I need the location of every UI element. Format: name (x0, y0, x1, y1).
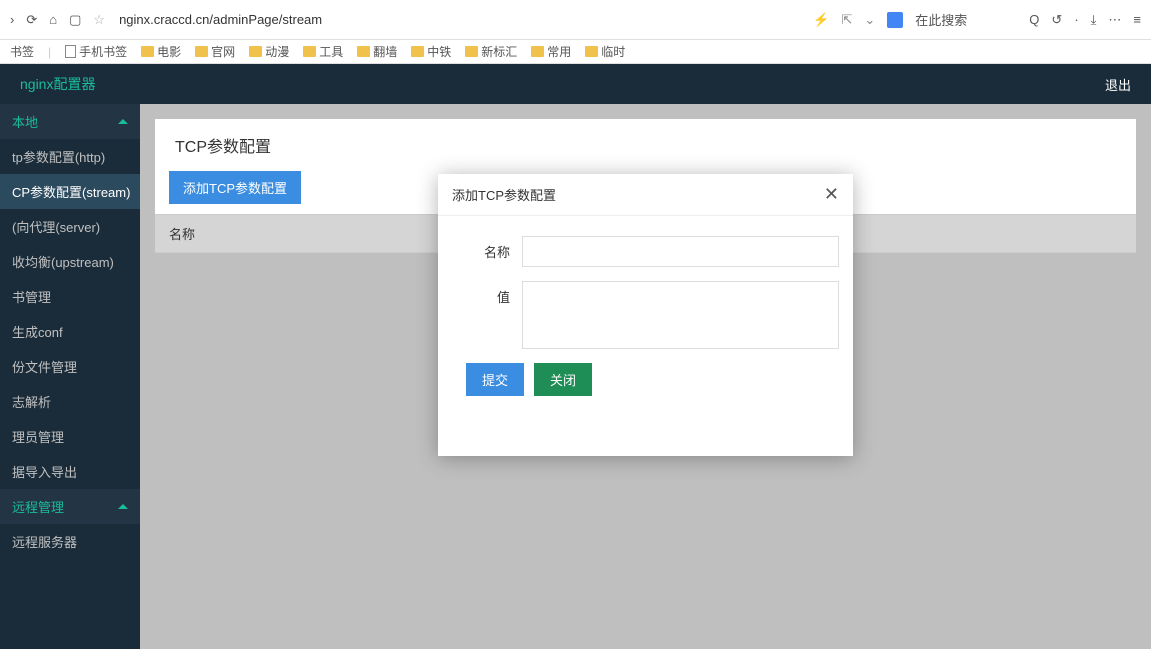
bookmark-label: 动漫 (265, 43, 289, 60)
sidebar-item-importexport[interactable]: 据导入导出 (0, 454, 140, 489)
folder-icon (411, 46, 424, 57)
folder-icon (585, 46, 598, 57)
search-icon[interactable]: Q (1029, 12, 1039, 27)
sidebar-section-label: 远程管理 (12, 497, 64, 516)
modal-header: 添加TCP参数配置 ✕ (438, 174, 853, 216)
search-placeholder: 在此搜索 (915, 10, 967, 29)
app-body: 本地 tp参数配置(http) CP参数配置(stream) (向代理(serv… (0, 104, 1151, 649)
menu-icon[interactable]: ≡ (1133, 12, 1141, 27)
app-title: nginx配置器 (20, 74, 95, 94)
browser-toolbar: › ⟳ ⌂ ▢ ☆ ⚡ ⇱ ⌄ 在此搜索 Q ↺ · ⤓ ⋯ ≡ (0, 0, 1151, 40)
extension-icon[interactable] (887, 12, 903, 28)
sidebar-item-http[interactable]: tp参数配置(http) (0, 139, 140, 174)
folder-icon (141, 46, 154, 57)
sidebar-item-admin[interactable]: 理员管理 (0, 419, 140, 454)
bookmark-label: 官网 (211, 43, 235, 60)
sidebar-item-remoteserver[interactable]: 远程服务器 (0, 524, 140, 559)
sidebar-item-log[interactable]: 志解析 (0, 384, 140, 419)
app-header: nginx配置器 退出 (0, 64, 1151, 104)
label-value: 值 (452, 281, 522, 306)
bookmark-item[interactable]: 常用 (531, 43, 571, 60)
bookmarks-bar: 书签 | 手机书签 电影 官网 动漫 工具 翻墙 中铁 新标汇 常用 临时 (0, 40, 1151, 64)
sidebar-item-server[interactable]: (向代理(server) (0, 209, 140, 244)
bookmark-item[interactable]: 官网 (195, 43, 235, 60)
bookmark-item[interactable]: 电影 (141, 43, 181, 60)
sidebar-item-genconf[interactable]: 生成conf (0, 314, 140, 349)
toolbar-right: ⚡ ⇱ ⌄ 在此搜索 Q ↺ · ⤓ ⋯ ≡ (813, 10, 1141, 29)
form-row-name: 名称 (452, 236, 839, 267)
bookmark-item[interactable]: 中铁 (411, 43, 451, 60)
sidebar-section-remote[interactable]: 远程管理 (0, 489, 140, 524)
sidebar: 本地 tp参数配置(http) CP参数配置(stream) (向代理(serv… (0, 104, 140, 649)
bookmark-label: 常用 (547, 43, 571, 60)
refresh-icon[interactable]: ⟳ (26, 12, 37, 28)
folder-icon (357, 46, 370, 57)
folder-icon (531, 46, 544, 57)
bookmarks-label: 书签 (10, 43, 34, 60)
undo-icon[interactable]: ↺ (1051, 12, 1062, 28)
content-area: TCP参数配置 添加TCP参数配置 名称 值 操作 添加TCP参数配置 ✕ (140, 104, 1151, 649)
separator: | (48, 45, 51, 59)
modal-title: 添加TCP参数配置 (452, 185, 556, 204)
logout-button[interactable]: 退出 (1105, 75, 1131, 94)
modal-body: 名称 值 提交 关闭 (438, 216, 853, 456)
folder-icon (303, 46, 316, 57)
star-icon[interactable]: ☆ (93, 12, 105, 28)
modal-overlay: 添加TCP参数配置 ✕ 名称 值 提交 关闭 (140, 104, 1151, 649)
bookmark-item[interactable]: 工具 (303, 43, 343, 60)
share-icon[interactable]: ⇱ (841, 12, 852, 28)
home-icon[interactable]: ⌂ (49, 12, 57, 27)
bookmark-label: 翻墙 (373, 43, 397, 60)
bookmark-label: 工具 (319, 43, 343, 60)
sidebar-section-label: 本地 (12, 112, 38, 131)
modal-close-button[interactable]: ✕ (824, 184, 839, 205)
form-row-value: 值 (452, 281, 839, 349)
close-button[interactable]: 关闭 (534, 363, 592, 396)
bookmark-label: 新标汇 (481, 43, 517, 60)
arrow-down-sep: · (1074, 12, 1078, 27)
sidebar-section-local[interactable]: 本地 (0, 104, 140, 139)
folder-icon (465, 46, 478, 57)
more-icon[interactable]: ⋯ (1108, 12, 1121, 28)
bookmark-label: 临时 (601, 43, 625, 60)
chevron-down-icon[interactable]: ⌄ (864, 12, 875, 28)
url-input[interactable] (115, 8, 803, 31)
label-name: 名称 (452, 236, 522, 261)
bookmark-item[interactable]: 新标汇 (465, 43, 517, 60)
sidebar-item-cert[interactable]: 书管理 (0, 279, 140, 314)
page-icon (65, 45, 76, 58)
sidebar-item-upstream[interactable]: 收均衡(upstream) (0, 244, 140, 279)
tabs-icon[interactable]: ▢ (69, 12, 81, 28)
modal-actions: 提交 关闭 (452, 363, 839, 396)
bookmark-label: 手机书签 (79, 43, 127, 60)
caret-up-icon (118, 504, 128, 509)
download-icon[interactable]: ⤓ (1091, 12, 1097, 28)
bolt-icon[interactable]: ⚡ (813, 12, 829, 28)
caret-up-icon (118, 119, 128, 124)
folder-icon (195, 46, 208, 57)
folder-icon (249, 46, 262, 57)
bookmark-label: 中铁 (427, 43, 451, 60)
textarea-value[interactable] (522, 281, 839, 349)
sidebar-item-backup[interactable]: 份文件管理 (0, 349, 140, 384)
bookmark-item[interactable]: 动漫 (249, 43, 289, 60)
forward-icon[interactable]: › (10, 12, 14, 27)
bookmark-item[interactable]: 手机书签 (65, 43, 127, 60)
input-name[interactable] (522, 236, 839, 267)
bookmark-item[interactable]: 翻墙 (357, 43, 397, 60)
sidebar-item-stream[interactable]: CP参数配置(stream) (0, 174, 140, 209)
bookmark-item[interactable]: 临时 (585, 43, 625, 60)
submit-button[interactable]: 提交 (466, 363, 524, 396)
nav-icons: › ⟳ ⌂ ▢ ☆ (10, 12, 105, 28)
bookmark-label: 电影 (157, 43, 181, 60)
add-config-modal: 添加TCP参数配置 ✕ 名称 值 提交 关闭 (438, 174, 853, 456)
